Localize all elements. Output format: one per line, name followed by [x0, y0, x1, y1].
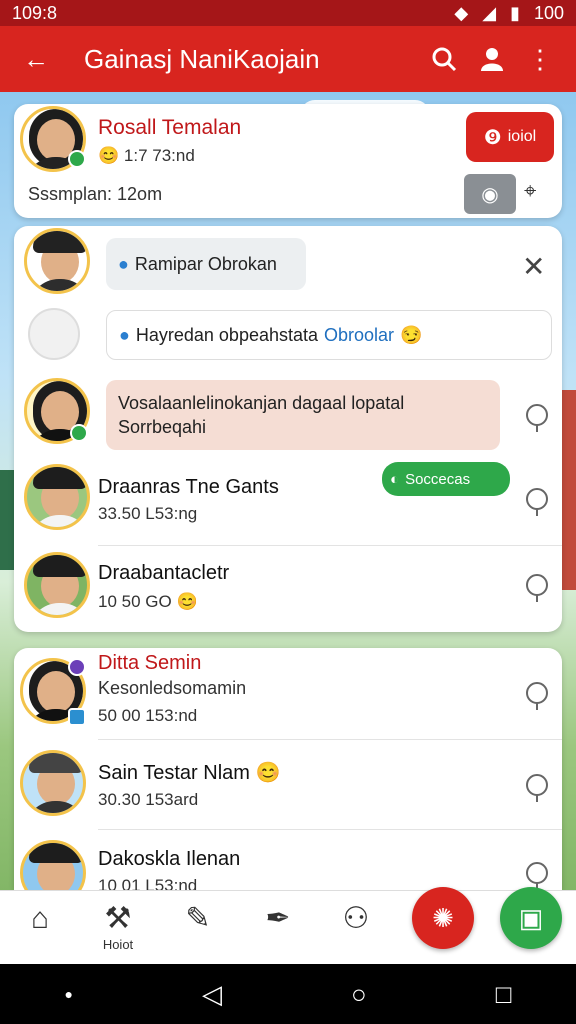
avatar [24, 464, 90, 530]
contact-time: 33.50 L53:ng [98, 504, 198, 523]
chat-row[interactable]: Vosalaanlelinokanjan dagaal lopatal Sorr… [14, 376, 562, 454]
nav-home[interactable]: ⌂ [10, 901, 70, 937]
chat-row[interactable]: Sain Testar Nlam 😊 30.30 153ard [14, 742, 562, 830]
video-icon: ▣ [518, 902, 544, 933]
emoji-icon: 😊 [255, 762, 281, 784]
sparkle-icon: ✺ [432, 902, 454, 933]
location-icon: ◆ [454, 2, 469, 23]
pin-icon[interactable] [526, 862, 548, 890]
pen-icon: ✒ [265, 902, 291, 935]
contact-time: 50 00 153:nd [98, 706, 198, 725]
call-button[interactable]: ❾ ioiol [466, 112, 554, 162]
recents-icon[interactable]: □ [496, 979, 512, 1010]
video-call-button[interactable]: ▣ [500, 887, 562, 949]
home-icon: ⌂ [30, 902, 50, 935]
chat-row[interactable]: Ditta Semin Kesonledsomamin 50 00 153:nd [14, 648, 562, 740]
nav-label: Hoiot [102, 937, 134, 952]
contact-time: 10 50 GO 😊 [98, 592, 198, 611]
status-time: 109:8 [12, 2, 58, 23]
spark-icon: ✎ [185, 902, 211, 935]
contact-status: Kesonledsomamin [98, 678, 247, 698]
pin-icon[interactable] [526, 404, 548, 432]
message-bubble: ● Ramipar Obrokan [106, 238, 306, 290]
app-bar: ← Gainasj NaniKaojain ⋮ [0, 26, 576, 92]
message-text: Vosalaanlelinokanjan dagaal lopatal [118, 393, 405, 413]
back-icon[interactable]: ◁ [202, 979, 222, 1010]
message-bubble: ● Hayredan obpeahstata Obroolar 😏 [106, 310, 552, 360]
contact-name: Sain Testar Nlam 😊 [98, 762, 281, 784]
bottom-navigation: ⌂ ⚒ Hoiot ✎ ✒ ⚇ ✺ ▣ [0, 887, 576, 964]
page-title: Gainasj NaniKaojain [84, 43, 320, 74]
avatar [24, 552, 90, 618]
more-menu-icon[interactable]: ⋮ [516, 35, 564, 83]
status-badge [68, 658, 86, 676]
view-button[interactable]: ◉ [464, 174, 516, 214]
close-icon[interactable]: ✕ [522, 250, 545, 283]
contact-name: Draanras Tne Gants [98, 476, 279, 498]
avatar [20, 840, 86, 890]
profile-icon[interactable] [468, 35, 516, 83]
pin-icon[interactable] [526, 774, 548, 802]
contact-name: Draabantacletr [98, 562, 230, 584]
online-badge [70, 424, 88, 442]
tools-icon: ⚒ [104, 902, 132, 935]
dot-icon: ● [64, 986, 73, 1002]
contact-name: Rosall Temalan [98, 116, 242, 139]
chat-row[interactable]: Draanras Tne Gants 33.50 L53:ng ◐ Socceca… [14, 458, 562, 546]
contact-name: Ditta Semin [98, 652, 202, 674]
contact-name: Dakoskla Ilenan [98, 848, 241, 870]
row-divider [98, 829, 562, 830]
pin-icon[interactable] [526, 682, 548, 710]
status-bar: 109:8 ◆ ◢ ▮ 100 [0, 0, 576, 26]
chat-list-card: ● Ramipar Obrokan ✕ ● Hayredan obpeahstat… [14, 226, 562, 632]
info-icon: ● [119, 324, 130, 345]
decor-house [562, 390, 576, 590]
chat-row[interactable]: Draabantacletr 10 50 GO 😊 [14, 546, 562, 632]
battery-level: 100 [533, 2, 564, 23]
contact-meta: Sssmplan: 12om [28, 184, 163, 204]
contact-list-card: Ditta Semin Kesonledsomamin 50 00 153:nd… [14, 648, 562, 890]
emoji-icon: 😏 [400, 324, 423, 345]
user-icon: ● [118, 253, 129, 274]
message-text: Ramipar Obrokan [134, 253, 277, 274]
avatar [24, 228, 90, 294]
globe-icon: ◐ [390, 470, 400, 488]
contact-card[interactable]: Rosall Temalan 😊 1:7 73:nd Sssmplan: 12o… [14, 104, 562, 218]
create-button[interactable]: ✺ [412, 887, 474, 949]
home-circle-icon[interactable]: ○ [351, 979, 367, 1010]
contact-time: 10 01 L53:nd [98, 876, 198, 890]
message-bubble: Vosalaanlelinokanjan dagaal lopatal Sorr… [106, 380, 500, 450]
sticker-icon [28, 308, 80, 360]
call-button-label: ioiol [507, 128, 537, 145]
search-icon[interactable] [420, 35, 468, 83]
avatar [20, 750, 86, 816]
status-tag-label: Soccecas [405, 470, 471, 488]
status-tag[interactable]: ◐ Soccecas [382, 462, 510, 496]
nav-people[interactable]: ⚇ [326, 901, 386, 937]
nav-hoiot[interactable]: ⚒ Hoiot [88, 901, 148, 952]
online-badge [68, 150, 86, 168]
eye-icon: ◉ [481, 183, 499, 206]
contact-time: 😊 1:7 73:nd [98, 146, 195, 165]
contact-time: 30.30 153ard [98, 790, 199, 809]
people-icon: ⚇ [342, 902, 370, 935]
signal-icon: ◢ [482, 2, 497, 23]
message-text: Hayredan obpeahstata [135, 324, 319, 345]
chat-row[interactable]: Dakoskla Ilenan 10 01 L53:nd [14, 832, 562, 890]
message-link[interactable]: Obroolar [324, 325, 394, 346]
phone-icon: ❾ [483, 126, 502, 149]
pin-icon[interactable] [526, 574, 548, 602]
nav-edit[interactable]: ✎ [168, 901, 228, 937]
back-arrow-icon[interactable]: ← [12, 35, 60, 83]
verified-badge [68, 708, 86, 726]
nav-pen[interactable]: ✒ [248, 901, 308, 937]
message-text: Sorrbeqahi [118, 417, 207, 437]
system-navigation-bar: ● ◁ ○ □ [0, 964, 576, 1024]
battery-icon: ▮ [510, 2, 520, 23]
row-divider [98, 739, 562, 740]
pin-icon[interactable] [526, 488, 548, 516]
share-icon[interactable]: ⌖ [524, 178, 536, 204]
